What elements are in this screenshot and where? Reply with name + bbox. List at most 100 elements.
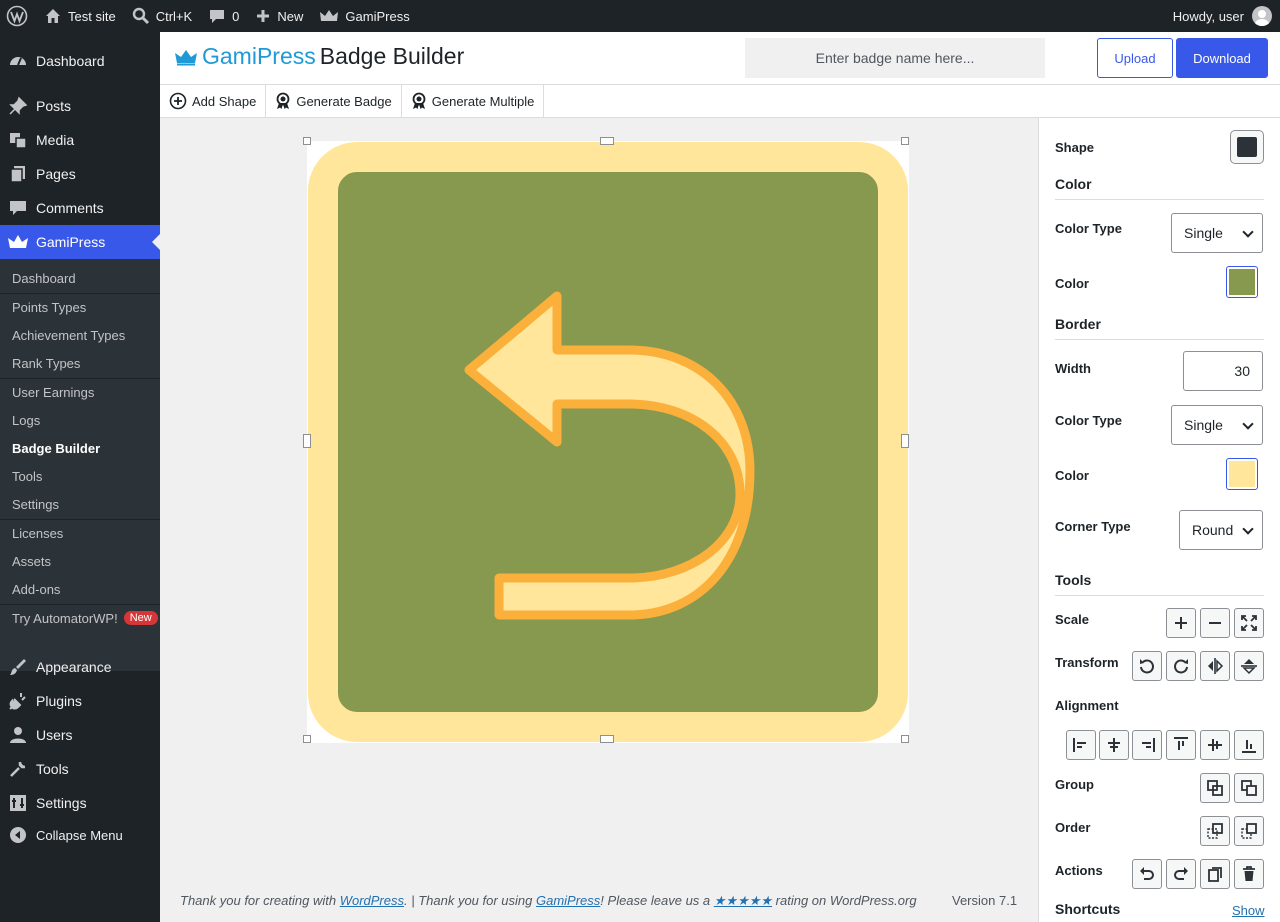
align-center-icon: [1108, 738, 1120, 752]
align-middle-button[interactable]: [1200, 730, 1230, 760]
badge-canvas[interactable]: [303, 137, 909, 743]
border-color-preview: [1229, 461, 1255, 487]
sidebar-item-label: Appearance: [36, 659, 112, 675]
sidebar-item-users[interactable]: Users: [0, 718, 160, 752]
footer-text: . | Thank you for using: [404, 893, 536, 908]
divider: [1055, 595, 1264, 596]
resize-handle-bottom[interactable]: [600, 735, 614, 743]
sidebar-item-gamipress[interactable]: GamiPress: [0, 225, 160, 259]
upload-button[interactable]: Upload: [1097, 38, 1173, 78]
badge-name-input[interactable]: [745, 38, 1045, 78]
submenu-item-badge-builder[interactable]: Badge Builder: [12, 438, 100, 458]
bring-forward-icon: [1241, 823, 1257, 839]
undo-icon: [1140, 867, 1154, 880]
sidebar-item-pages[interactable]: Pages: [0, 157, 160, 191]
resize-handle-bottom-left[interactable]: [303, 735, 311, 743]
resize-handle-right[interactable]: [901, 434, 909, 448]
align-left-button[interactable]: [1066, 730, 1096, 760]
sidebar-item-settings[interactable]: Settings: [0, 786, 160, 820]
submenu-item-try-automatorwp[interactable]: Try AutomatorWP! New: [12, 608, 158, 628]
group-icon: [1207, 780, 1223, 796]
bring-forward-button[interactable]: [1234, 816, 1264, 846]
resize-handle-top-left[interactable]: [303, 137, 311, 145]
site-name-link[interactable]: Test site: [36, 0, 124, 32]
gamipress-link[interactable]: GamiPress: [536, 893, 600, 908]
submenu-item-settings[interactable]: Settings: [12, 494, 59, 514]
redo-button[interactable]: [1166, 859, 1196, 889]
add-shape-label: Add Shape: [192, 93, 257, 109]
border-color-swatch[interactable]: [1226, 458, 1258, 490]
fill-color-swatch[interactable]: [1226, 266, 1258, 298]
generate-multiple-button[interactable]: Generate Multiple: [402, 85, 545, 117]
submenu-item-add-ons[interactable]: Add-ons: [12, 579, 60, 599]
badge-background-shape[interactable]: [308, 142, 908, 742]
resize-handle-top[interactable]: [600, 137, 614, 145]
sidebar-item-plugins[interactable]: Plugins: [0, 684, 160, 718]
admin-sidebar: Dashboard Posts Media Pages Comments Gam…: [0, 32, 160, 922]
border-width-input[interactable]: [1183, 351, 1263, 391]
page-title-text: Badge Builder: [319, 43, 465, 69]
rotate-left-button[interactable]: [1132, 651, 1162, 681]
flip-horizontal-button[interactable]: [1200, 651, 1230, 681]
submenu-item-points-types[interactable]: Points Types: [12, 297, 86, 317]
gamipress-adminbar-link[interactable]: GamiPress: [311, 0, 417, 32]
submenu-item-logs[interactable]: Logs: [12, 410, 40, 430]
border-color-type-label: Color Type: [1055, 413, 1122, 428]
collapse-menu-button[interactable]: Collapse Menu: [0, 818, 160, 852]
align-center-button[interactable]: [1099, 730, 1129, 760]
submenu-item-rank-types[interactable]: Rank Types: [12, 353, 80, 373]
rotate-right-icon: [1174, 659, 1188, 674]
color-type-select[interactable]: Single: [1171, 213, 1263, 253]
align-right-button[interactable]: [1132, 730, 1162, 760]
rotate-right-button[interactable]: [1166, 651, 1196, 681]
submenu-item-tools[interactable]: Tools: [12, 466, 42, 486]
delete-button[interactable]: [1234, 859, 1264, 889]
generate-badge-button[interactable]: Generate Badge: [266, 85, 402, 117]
align-top-icon: [1174, 737, 1188, 750]
shape-picker-button[interactable]: [1230, 130, 1264, 164]
resize-handle-bottom-right[interactable]: [901, 735, 909, 743]
flip-vertical-button[interactable]: [1234, 651, 1264, 681]
badge-preview[interactable]: [307, 141, 909, 743]
resize-handle-left[interactable]: [303, 434, 311, 448]
avatar: [1252, 6, 1272, 26]
group-button[interactable]: [1200, 773, 1230, 803]
download-button[interactable]: Download: [1176, 38, 1268, 78]
sidebar-item-label: Comments: [36, 200, 104, 216]
duplicate-button[interactable]: [1200, 859, 1230, 889]
submenu-item-user-earnings[interactable]: User Earnings: [12, 382, 94, 402]
divider: [1055, 199, 1264, 200]
fit-canvas-button[interactable]: [1234, 608, 1264, 638]
comments-link[interactable]: 0: [200, 0, 247, 32]
align-bottom-button[interactable]: [1234, 730, 1264, 760]
submenu-item-assets[interactable]: Assets: [12, 551, 51, 571]
account-menu[interactable]: Howdy, user: [1173, 0, 1272, 32]
sidebar-item-posts[interactable]: Posts: [0, 89, 160, 123]
properties-panel: Shape Color Color Type Single Color Bord…: [1038, 118, 1280, 922]
sidebar-item-comments[interactable]: Comments: [0, 191, 160, 225]
wordpress-link[interactable]: WordPress: [340, 893, 404, 908]
submenu-item-dashboard[interactable]: Dashboard: [12, 268, 76, 288]
search-shortcut-button[interactable]: Ctrl+K: [124, 0, 200, 32]
border-color-type-select[interactable]: Single: [1171, 405, 1263, 445]
send-backward-button[interactable]: [1200, 816, 1230, 846]
sidebar-item-media[interactable]: Media: [0, 123, 160, 157]
new-content-link[interactable]: New: [247, 0, 311, 32]
submenu-item-licenses[interactable]: Licenses: [12, 523, 63, 543]
sidebar-item-tools[interactable]: Tools: [0, 752, 160, 786]
shortcuts-show-link[interactable]: Show: [1232, 903, 1265, 918]
rating-stars-link[interactable]: ★★★★★: [714, 893, 772, 908]
sidebar-item-appearance[interactable]: Appearance: [0, 650, 160, 684]
wordpress-logo-button[interactable]: [0, 0, 36, 32]
corner-type-select[interactable]: Round: [1179, 510, 1263, 550]
add-shape-button[interactable]: Add Shape: [160, 85, 267, 117]
admin-bar: Test site Ctrl+K 0 New GamiPress Howdy, …: [0, 0, 1280, 32]
scale-down-button[interactable]: [1200, 608, 1230, 638]
resize-handle-top-right[interactable]: [901, 137, 909, 145]
scale-up-button[interactable]: [1166, 608, 1196, 638]
undo-button[interactable]: [1132, 859, 1162, 889]
ungroup-button[interactable]: [1234, 773, 1264, 803]
sidebar-item-dashboard[interactable]: Dashboard: [0, 44, 160, 78]
align-top-button[interactable]: [1166, 730, 1196, 760]
submenu-item-achievement-types[interactable]: Achievement Types: [12, 325, 125, 345]
